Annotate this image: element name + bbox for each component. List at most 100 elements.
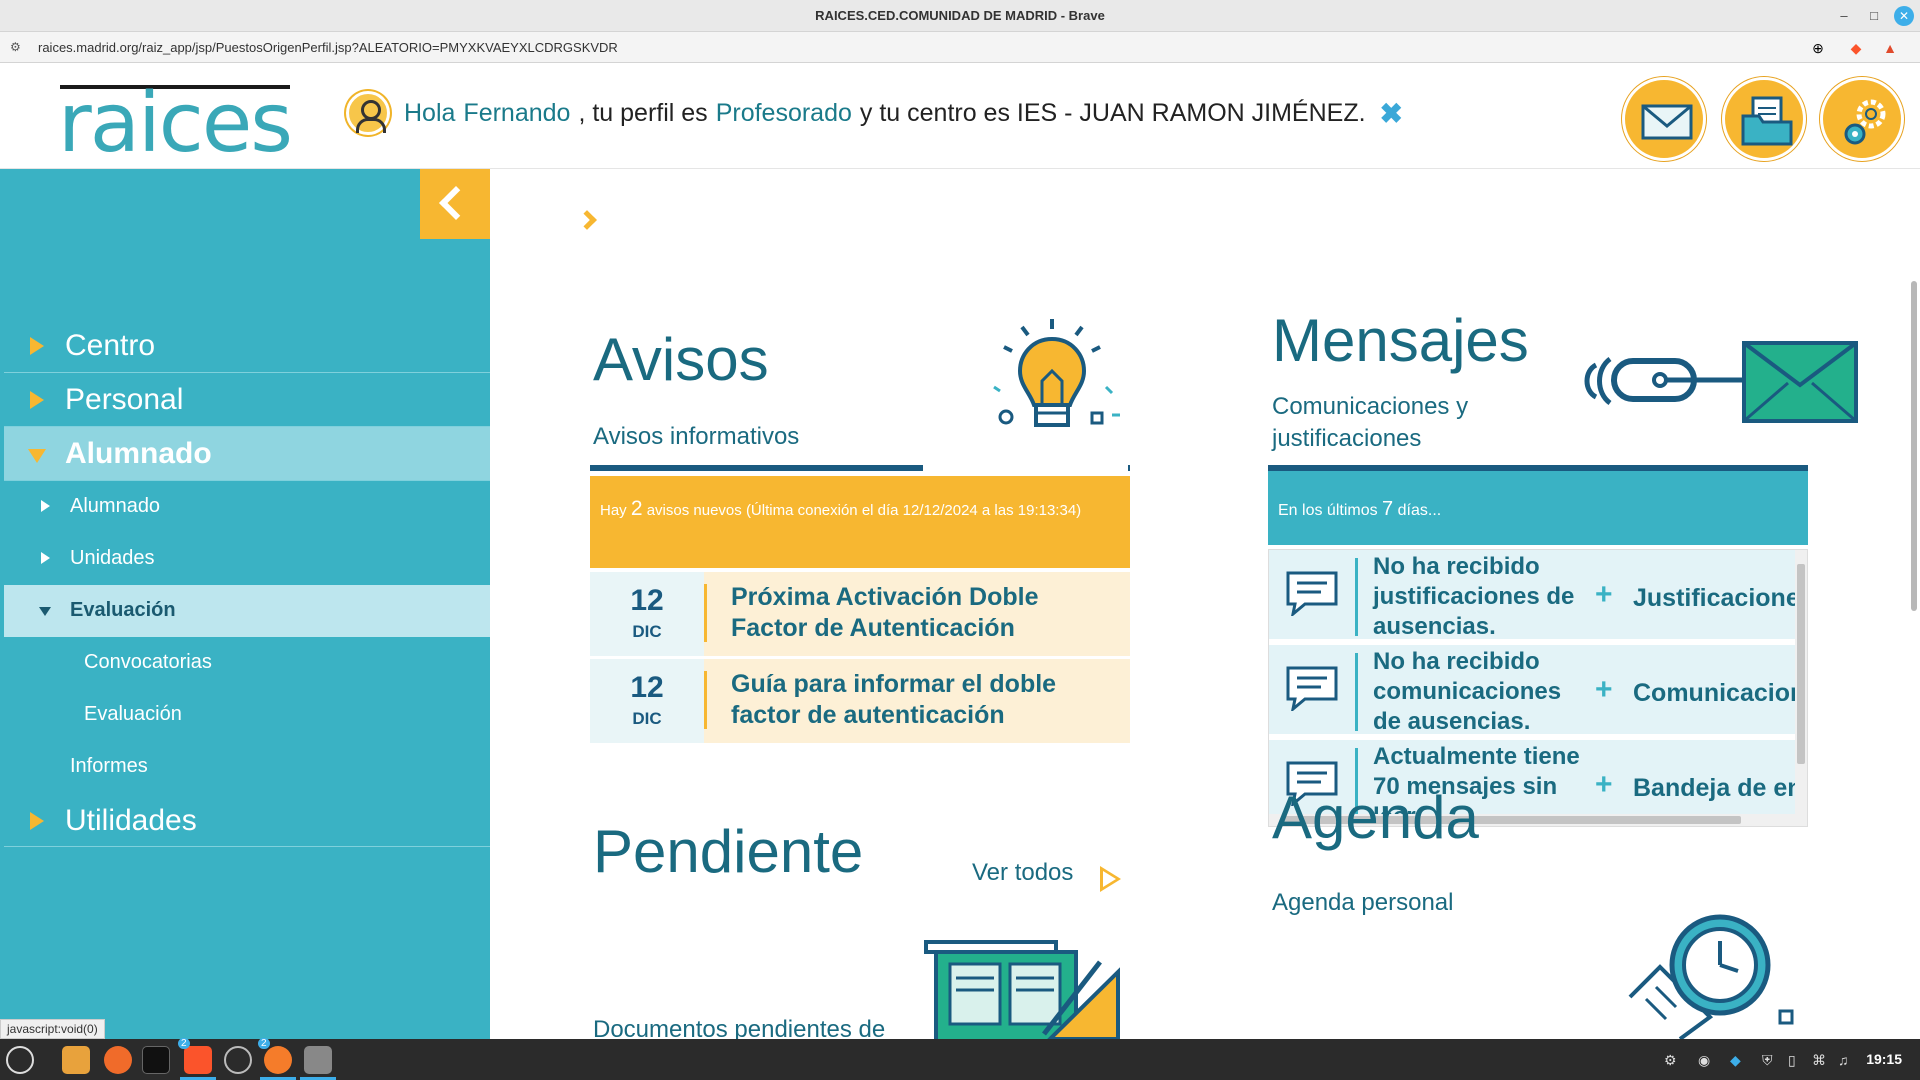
plus-icon[interactable]: + bbox=[1595, 768, 1613, 802]
sidebar-item-evaluacion-group[interactable]: Evaluación bbox=[4, 585, 490, 637]
mensajes-vertical-scrollbar[interactable] bbox=[1795, 550, 1807, 826]
sidebar-item-informes[interactable]: Informes bbox=[4, 741, 490, 793]
sidebar-item-label: Unidades bbox=[70, 547, 155, 569]
pendiente-title: Pendiente bbox=[593, 818, 864, 885]
aviso-month: DIC bbox=[632, 709, 662, 728]
brave-icon[interactable]: 2 bbox=[178, 1038, 212, 1074]
greeting-hola: Hola bbox=[404, 98, 456, 127]
maximize-icon[interactable]: □ bbox=[1864, 6, 1884, 26]
aviso-date: 12 DIC bbox=[590, 659, 704, 743]
mensaje-item[interactable]: No ha recibido comunicaciones de ausenci… bbox=[1269, 645, 1795, 737]
sidebar-item-personal[interactable]: Personal bbox=[4, 373, 490, 427]
sidebar-item-label: Utilidades bbox=[65, 804, 197, 837]
banner-text: En los últimos bbox=[1278, 502, 1378, 519]
sidebar-item-centro[interactable]: Centro bbox=[4, 319, 490, 373]
banner-text: avisos nuevos (Última conexión el día 12… bbox=[646, 502, 1082, 519]
close-window-icon[interactable]: ✕ bbox=[1894, 6, 1914, 26]
lightbulb-icon bbox=[993, 319, 1120, 427]
start-menu-icon[interactable] bbox=[6, 1046, 34, 1074]
sidebar-item-label: Alumnado bbox=[65, 437, 212, 470]
page-viewport: raices Hola Fernando , tu perfil es Prof… bbox=[0, 63, 1920, 1039]
gear-icon bbox=[1844, 99, 1886, 145]
brave-window-count: 2 bbox=[178, 1038, 190, 1049]
avisos-new-banner: Hay 2 avisos nuevos (Última conexión el … bbox=[590, 476, 1130, 568]
plus-icon[interactable]: + bbox=[1595, 673, 1613, 707]
triangle-right-icon bbox=[41, 500, 50, 512]
sidebar-item-label: Personal bbox=[65, 383, 184, 416]
scroll-thumb[interactable] bbox=[1797, 564, 1805, 764]
brave-rewards-icon[interactable]: ▲ bbox=[1880, 38, 1900, 58]
update-tray-icon[interactable]: ◉ bbox=[1698, 1052, 1710, 1069]
ver-todos-link[interactable]: Ver todos bbox=[972, 859, 1073, 887]
aviso-day: 12 bbox=[630, 671, 664, 704]
close-session-icon[interactable]: ✖ bbox=[1380, 97, 1403, 130]
minimize-icon[interactable]: – bbox=[1834, 6, 1854, 26]
scroll-thumb[interactable] bbox=[1911, 281, 1917, 611]
menu-tree: Centro Personal Alumnado Alumnado Unidad… bbox=[4, 319, 490, 847]
triangle-right-icon bbox=[30, 812, 44, 830]
shield-tray-icon[interactable]: ⛨ bbox=[1762, 1052, 1773, 1069]
aviso-month: DIC bbox=[632, 622, 662, 641]
triangle-right-icon bbox=[30, 391, 44, 409]
volume-tray-icon[interactable]: ♫ bbox=[1838, 1052, 1849, 1068]
address-bar[interactable]: ⚙ raices.madrid.org/raiz_app/jsp/Puestos… bbox=[0, 32, 1920, 63]
sync-tray-icon[interactable]: ◆ bbox=[1730, 1052, 1741, 1069]
avisos-subtitle: Avisos informativos bbox=[593, 423, 800, 450]
presentation-icon[interactable] bbox=[304, 1046, 332, 1074]
clock-calendar-icon bbox=[1628, 914, 1794, 1039]
aviso-title[interactable]: Guía para informar el doble factor de au… bbox=[731, 669, 1101, 731]
brave-shields-icon[interactable]: ◆ bbox=[1846, 38, 1866, 58]
site-info-icon[interactable]: ⚙ bbox=[10, 40, 21, 54]
app-icon[interactable]: 2 bbox=[258, 1038, 292, 1074]
greeting-user-name: Fernando bbox=[463, 98, 571, 127]
email-link-icon bbox=[1584, 341, 1858, 423]
mensajes-banner: En los últimos 7 días... bbox=[1268, 471, 1808, 545]
sidebar-menu: Centro Personal Alumnado Alumnado Unidad… bbox=[0, 169, 490, 1039]
url-text[interactable]: raices.madrid.org/raiz_app/jsp/PuestosOr… bbox=[38, 40, 618, 55]
aviso-title[interactable]: Próxima Activación Doble Factor de Auten… bbox=[731, 582, 1101, 644]
settings-button[interactable] bbox=[1820, 77, 1904, 161]
zoom-icon[interactable]: ⊕ bbox=[1808, 38, 1828, 58]
network-tray-icon[interactable]: ⚙ bbox=[1664, 1052, 1677, 1069]
aviso-item[interactable]: 12 DIC Guía para informar el doble facto… bbox=[590, 659, 1130, 743]
agenda-subtitle: Agenda personal bbox=[1272, 889, 1454, 916]
user-avatar-icon bbox=[346, 91, 390, 135]
documents-button[interactable] bbox=[1722, 77, 1806, 161]
mensaje-action-link[interactable]: Bandeja de entrada bbox=[1633, 774, 1795, 803]
play-arrow-icon[interactable] bbox=[1100, 866, 1121, 892]
raices-logo[interactable]: raices bbox=[58, 71, 293, 169]
mensaje-item[interactable]: No ha recibido justificaciones de ausenc… bbox=[1269, 550, 1795, 642]
avisos-bar-fill bbox=[590, 465, 923, 471]
sidebar-item-evaluacion[interactable]: Evaluación bbox=[4, 689, 490, 741]
sidebar-item-alumnado[interactable]: Alumnado bbox=[4, 481, 490, 533]
plus-icon[interactable]: + bbox=[1595, 578, 1613, 612]
firefox-icon[interactable] bbox=[104, 1046, 132, 1074]
mail-button[interactable] bbox=[1622, 77, 1706, 161]
sidebar-item-convocatorias[interactable]: Convocatorias bbox=[4, 637, 490, 689]
timeshift-icon[interactable] bbox=[224, 1046, 252, 1074]
breadcrumb-chevron-icon[interactable] bbox=[577, 210, 597, 230]
terminal-icon[interactable] bbox=[142, 1046, 170, 1074]
clipboard-tray-icon[interactable]: ▯ bbox=[1788, 1052, 1796, 1069]
system-clock[interactable]: 19:15 bbox=[1866, 1051, 1902, 1067]
triangle-right-icon bbox=[30, 337, 44, 355]
os-taskbar: 2 2 ⚙ ◉ ◆ ⛨ ▯ ⌘ ♫ 19:15 bbox=[0, 1038, 1920, 1080]
aviso-item[interactable]: 12 DIC Próxima Activación Doble Factor d… bbox=[590, 572, 1130, 656]
triangle-down-icon bbox=[28, 449, 46, 463]
sidebar-item-label: Alumnado bbox=[70, 495, 161, 517]
window-title: RAICES.CED.COMUNIDAD DE MADRID - Brave bbox=[815, 8, 1105, 23]
files-icon[interactable] bbox=[62, 1046, 90, 1074]
chat-bubble-icon bbox=[1286, 666, 1338, 711]
sidebar-item-alumnado-group[interactable]: Alumnado bbox=[4, 427, 490, 481]
mensaje-action-link[interactable]: Comunicaciones bbox=[1633, 679, 1795, 708]
sidebar-item-unidades[interactable]: Unidades bbox=[4, 533, 490, 585]
sidebar-item-label: Informes bbox=[70, 755, 148, 777]
mensajes-subtitle: Comunicaciones y justificaciones bbox=[1272, 393, 1469, 452]
sidebar-item-utilidades[interactable]: Utilidades bbox=[4, 793, 490, 847]
lan-tray-icon[interactable]: ⌘ bbox=[1812, 1052, 1826, 1069]
collapse-sidebar-button[interactable] bbox=[420, 169, 490, 239]
greeting-mid: , tu perfil es bbox=[578, 98, 708, 127]
page-vertical-scrollbar[interactable] bbox=[1908, 169, 1920, 1039]
mensaje-action-link[interactable]: Justificaciones bbox=[1633, 584, 1795, 613]
window-titlebar: RAICES.CED.COMUNIDAD DE MADRID - Brave –… bbox=[0, 0, 1920, 32]
